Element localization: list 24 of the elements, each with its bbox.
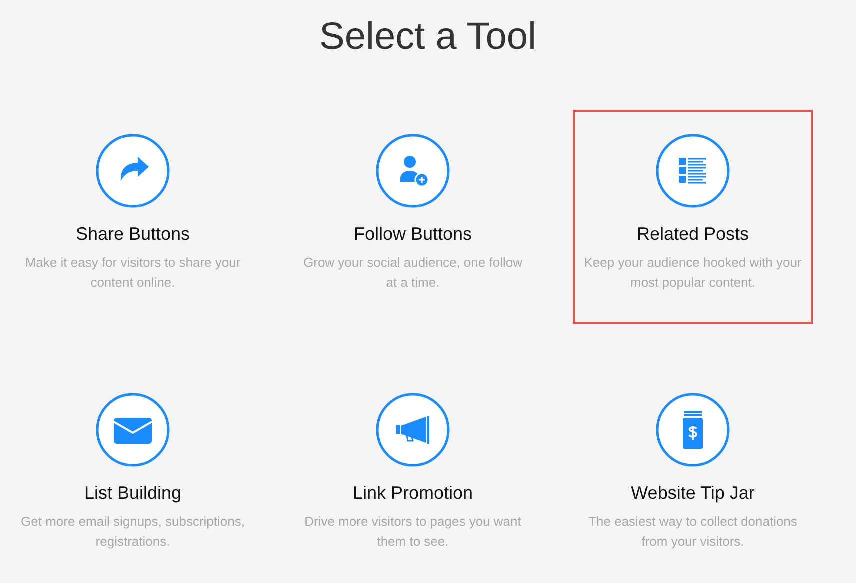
- tool-description: Get more email signups, subscriptions, registrations.: [20, 513, 246, 551]
- tool-card[interactable]: Related Posts Keep your audience hooked with your most popular content.: [573, 110, 813, 324]
- tool-description: Grow your social audience, one follow at a time.: [302, 254, 524, 292]
- page-title: Select a Tool: [318, 15, 538, 60]
- tool-card[interactable]: Link Promotion Drive more visitors to pages you want them to see.: [293, 369, 533, 583]
- tool-card[interactable]: Follow Buttons Grow your social audience, one follow at a time.: [293, 110, 533, 324]
- tool-title: Follow Buttons: [354, 224, 472, 245]
- tool-description: Drive more visitors to pages you want them to see.: [304, 513, 522, 551]
- tool-title: Share Buttons: [76, 224, 190, 245]
- tool-card[interactable]: List Building Get more email signups, subscriptions, registrations.: [13, 369, 253, 583]
- envelope-icon: [96, 393, 170, 467]
- tool-description: Keep your audience hooked with your most popular content.: [583, 254, 803, 292]
- tool-description: The easiest way to collect donations from your visitors.: [588, 513, 798, 551]
- money-jar-icon: [656, 393, 730, 467]
- tool-description: Make it easy for visitors to share your content online.: [24, 254, 242, 292]
- tool-card[interactable]: Website Tip Jar The easiest way to collect donations from your visitors.: [573, 369, 813, 583]
- list-icon: [656, 134, 730, 208]
- add-user-icon: [376, 134, 450, 208]
- tool-title: Link Promotion: [352, 483, 474, 504]
- tool-title: List Building: [84, 483, 182, 504]
- megaphone-icon: [376, 393, 450, 467]
- tool-title: Website Tip Jar: [631, 483, 755, 504]
- tool-title: Related Posts: [636, 224, 750, 245]
- tool-card[interactable]: Share Buttons Make it easy for visitors to share your content online.: [13, 110, 253, 324]
